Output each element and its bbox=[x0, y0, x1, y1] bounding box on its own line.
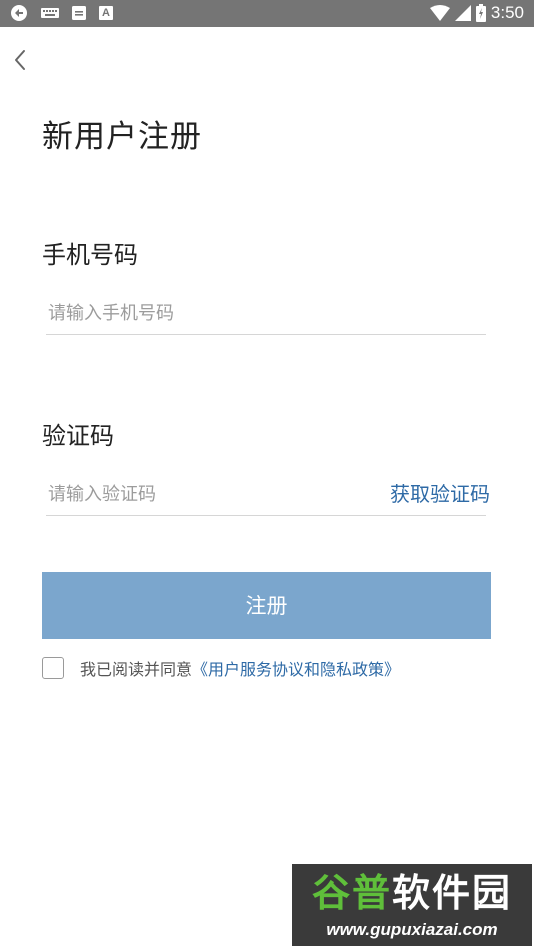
phone-field-wrap bbox=[46, 294, 486, 335]
watermark-logo: 谷普软件园 www.gupuxiazai.com bbox=[292, 864, 532, 946]
a-icon: A bbox=[99, 6, 113, 20]
status-bar: A 3:50 bbox=[0, 0, 534, 27]
agreement-link[interactable]: 《用户服务协议和隐私政策》 bbox=[192, 656, 400, 680]
agreement-text: 我已阅读并同意 bbox=[80, 660, 193, 679]
phone-label: 手机号码 bbox=[42, 241, 138, 269]
agreement-checkbox[interactable] bbox=[42, 657, 64, 679]
code-label: 验证码 bbox=[42, 422, 114, 450]
watermark-title: 谷普软件园 bbox=[296, 868, 528, 918]
phone-input[interactable] bbox=[46, 294, 370, 332]
page-title: 新用户注册 bbox=[42, 119, 202, 155]
chevron-left-icon bbox=[12, 48, 28, 76]
watermark-url: www.gupuxiazai.com bbox=[326, 920, 498, 939]
back-button[interactable] bbox=[8, 48, 32, 76]
code-input[interactable] bbox=[46, 475, 370, 513]
mail-icon bbox=[72, 6, 86, 20]
code-field-wrap: 获取验证码 bbox=[46, 475, 490, 516]
watermark-title-part1: 谷普 bbox=[311, 871, 392, 915]
battery-icon bbox=[475, 4, 486, 22]
get-code-button[interactable]: 获取验证码 bbox=[390, 480, 490, 508]
keyboard-icon bbox=[41, 7, 59, 19]
signal-icon bbox=[454, 5, 471, 21]
status-bar-right: 3:50 bbox=[429, 2, 524, 24]
sync-icon bbox=[10, 4, 28, 22]
watermark-title-part2: 软件园 bbox=[392, 871, 513, 915]
wifi-icon bbox=[429, 5, 450, 21]
register-button[interactable]: 注册 bbox=[42, 572, 491, 639]
status-bar-left: A bbox=[10, 4, 113, 22]
agreement-row: 我已阅读并同意 《用户服务协议和隐私政策》 bbox=[42, 656, 400, 680]
status-time: 3:50 bbox=[490, 3, 524, 22]
